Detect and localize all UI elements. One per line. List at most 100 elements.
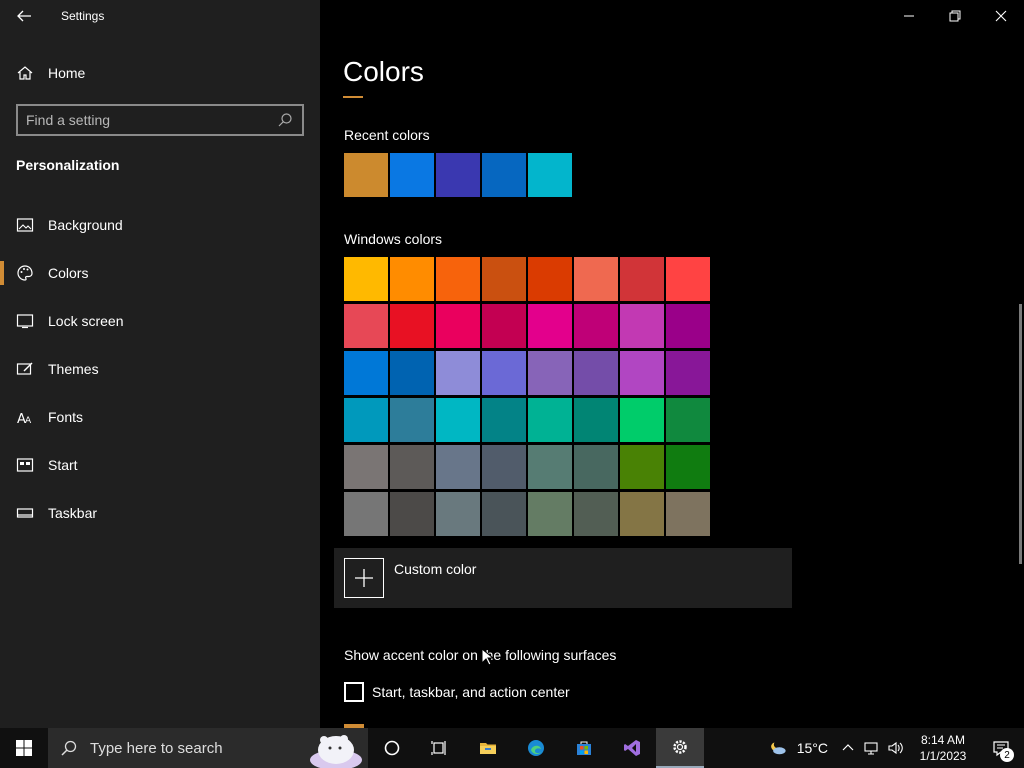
windows-color-swatch[interactable] [528, 351, 572, 395]
show-hidden-icons-button[interactable] [836, 728, 860, 768]
settings-taskbar-button[interactable] [656, 728, 704, 768]
recent-color-swatch[interactable] [390, 153, 434, 197]
windows-color-swatch[interactable] [436, 304, 480, 348]
windows-color-swatch[interactable] [574, 257, 618, 301]
cortana-button[interactable] [368, 728, 416, 768]
recent-color-swatch[interactable] [528, 153, 572, 197]
recent-color-swatch[interactable] [436, 153, 480, 197]
windows-color-swatch[interactable] [620, 257, 664, 301]
taskbar-search-box[interactable] [48, 728, 368, 768]
store-button[interactable] [560, 728, 608, 768]
windows-color-swatch[interactable] [528, 492, 572, 536]
start-taskbar-checkbox[interactable] [344, 682, 364, 702]
sidebar-item-taskbar[interactable]: Taskbar [0, 489, 320, 537]
windows-color-swatch[interactable] [574, 304, 618, 348]
windows-color-swatch[interactable] [482, 445, 526, 489]
windows-color-swatch[interactable] [482, 304, 526, 348]
taskbar-search-input[interactable] [90, 739, 280, 757]
checkbox-label: Start, taskbar, and action center [372, 684, 570, 700]
home-nav-item[interactable]: Home [16, 60, 85, 86]
visual-studio-icon [623, 739, 641, 757]
selection-indicator [0, 261, 4, 285]
windows-color-swatch[interactable] [482, 351, 526, 395]
windows-color-swatch[interactable] [344, 257, 388, 301]
windows-color-swatch[interactable] [666, 304, 710, 348]
windows-color-swatch[interactable] [528, 304, 572, 348]
windows-color-swatch[interactable] [344, 445, 388, 489]
home-label: Home [48, 65, 86, 81]
recent-color-swatch[interactable] [344, 153, 388, 197]
scrollbar-thumb[interactable] [1019, 304, 1022, 564]
windows-color-swatch[interactable] [436, 351, 480, 395]
windows-color-swatch[interactable] [666, 351, 710, 395]
windows-color-swatch[interactable] [390, 304, 434, 348]
windows-color-swatch[interactable] [666, 257, 710, 301]
system-tray: 15°C 8:14 AM 1/1/2023 2 [757, 728, 1024, 768]
windows-color-swatch[interactable] [344, 351, 388, 395]
action-center-button[interactable]: 2 [978, 728, 1024, 768]
volume-button[interactable] [884, 728, 908, 768]
close-button[interactable] [978, 0, 1024, 32]
back-button[interactable] [10, 4, 38, 28]
windows-color-swatch[interactable] [620, 398, 664, 442]
weather-widget[interactable]: 15°C [757, 737, 836, 759]
recent-color-swatch[interactable] [482, 153, 526, 197]
windows-color-swatch[interactable] [574, 398, 618, 442]
windows-color-swatch[interactable] [436, 492, 480, 536]
cortana-icon [383, 739, 401, 757]
windows-color-swatch[interactable] [436, 398, 480, 442]
svg-text:A: A [25, 416, 32, 426]
windows-color-swatch[interactable] [344, 304, 388, 348]
windows-color-swatch[interactable] [620, 351, 664, 395]
file-explorer-button[interactable] [464, 728, 512, 768]
windows-color-swatch[interactable] [574, 445, 618, 489]
windows-color-swatch[interactable] [482, 492, 526, 536]
windows-color-swatch[interactable] [344, 492, 388, 536]
sidebar-item-colors[interactable]: Colors [0, 249, 320, 297]
clock[interactable]: 8:14 AM 1/1/2023 [908, 732, 978, 764]
windows-color-swatch[interactable] [436, 257, 480, 301]
windows-color-swatch[interactable] [390, 445, 434, 489]
windows-color-swatch[interactable] [620, 304, 664, 348]
windows-color-swatch[interactable] [528, 398, 572, 442]
close-icon [992, 7, 1010, 25]
windows-color-swatch[interactable] [344, 398, 388, 442]
windows-color-swatch[interactable] [620, 492, 664, 536]
recent-colors-label: Recent colors [344, 127, 430, 143]
start-button[interactable] [0, 728, 48, 768]
windows-color-swatch[interactable] [666, 445, 710, 489]
windows-color-swatch[interactable] [482, 398, 526, 442]
chevron-up-icon [839, 739, 857, 757]
windows-color-swatch[interactable] [436, 445, 480, 489]
restore-button[interactable] [932, 0, 978, 32]
windows-color-swatch[interactable] [390, 351, 434, 395]
windows-color-swatch[interactable] [574, 492, 618, 536]
sidebar-item-lock-screen[interactable]: Lock screen [0, 297, 320, 345]
windows-color-swatch[interactable] [528, 257, 572, 301]
clock-time: 8:14 AM [920, 733, 966, 747]
windows-color-swatch[interactable] [390, 492, 434, 536]
settings-search-box[interactable] [16, 104, 304, 136]
minimize-button[interactable] [886, 0, 932, 32]
sidebar-item-themes[interactable]: Themes [0, 345, 320, 393]
sidebar-item-background[interactable]: Background [0, 201, 320, 249]
visual-studio-button[interactable] [608, 728, 656, 768]
start-taskbar-checkbox-row[interactable]: Start, taskbar, and action center [344, 682, 570, 702]
search-icon[interactable] [276, 111, 294, 129]
network-button[interactable] [860, 728, 884, 768]
sidebar-item-fonts[interactable]: AA Fonts [0, 393, 320, 441]
sidebar-item-start[interactable]: Start [0, 441, 320, 489]
windows-color-swatch[interactable] [390, 398, 434, 442]
windows-color-swatch[interactable] [482, 257, 526, 301]
windows-color-swatch[interactable] [390, 257, 434, 301]
custom-color-button[interactable]: Custom color [334, 548, 792, 608]
windows-color-swatch[interactable] [666, 492, 710, 536]
windows-color-swatch[interactable] [528, 445, 572, 489]
settings-search-input[interactable] [26, 112, 276, 128]
search-icon [60, 739, 78, 757]
task-view-button[interactable] [416, 728, 464, 768]
windows-color-swatch[interactable] [574, 351, 618, 395]
windows-color-swatch[interactable] [620, 445, 664, 489]
edge-button[interactable] [512, 728, 560, 768]
windows-color-swatch[interactable] [666, 398, 710, 442]
